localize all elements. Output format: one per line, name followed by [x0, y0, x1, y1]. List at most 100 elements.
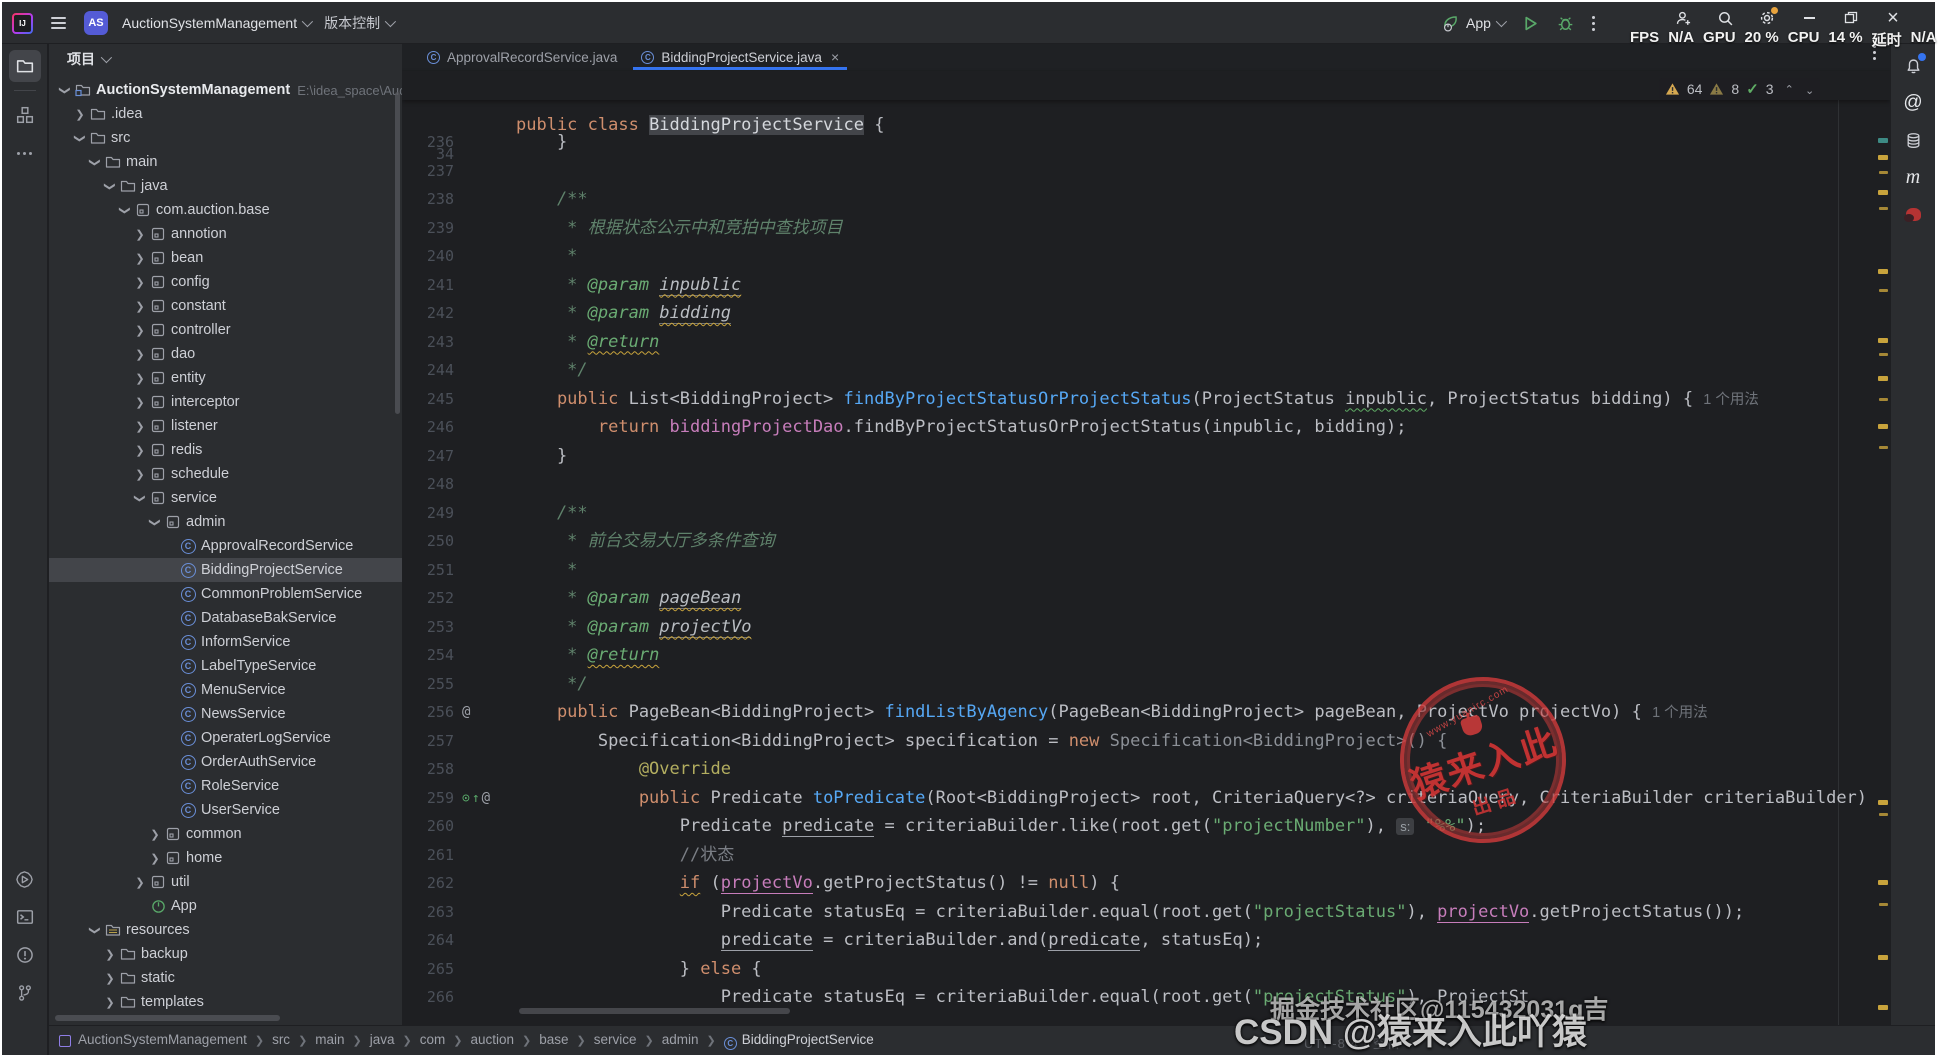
tree-item-App[interactable]: App	[49, 894, 402, 918]
breadcrumb-com[interactable]: com	[420, 1032, 446, 1047]
tab-close-icon[interactable]: ×	[831, 49, 839, 65]
code-line-242[interactable]: 242 * @param bidding	[402, 299, 1876, 328]
tree-chevron-icon[interactable]: ❯	[132, 372, 148, 385]
inspections-widget[interactable]: 64 8 ✓ 3 ⌃ ⌃	[1658, 78, 1820, 100]
tree-item-config[interactable]: ❯ config	[49, 270, 402, 294]
code-line-243[interactable]: 243 * @return	[402, 328, 1876, 357]
code-line-241[interactable]: 241 * @param inpublic	[402, 271, 1876, 300]
tree-item-service[interactable]: ❯ service	[49, 486, 402, 510]
code-line-251[interactable]: 251 *	[402, 556, 1876, 585]
tool-window-project-button[interactable]	[8, 50, 41, 82]
tree-item-util[interactable]: ❯ util	[49, 870, 402, 894]
stripe-mark[interactable]	[1878, 800, 1888, 805]
line-number[interactable]: 260	[402, 812, 454, 841]
tree-item-ApprovalRecordService[interactable]: C ApprovalRecordService	[49, 534, 402, 558]
tree-chevron-icon[interactable]: ❯	[134, 490, 147, 506]
breadcrumb-auction[interactable]: auction	[470, 1032, 514, 1047]
tree-item-home[interactable]: ❯ home	[49, 846, 402, 870]
more-tool-windows-button[interactable]	[9, 137, 41, 169]
tree-item-MenuService[interactable]: C MenuService	[49, 678, 402, 702]
line-number[interactable]: 265	[402, 955, 454, 984]
tree-chevron-icon[interactable]: ❯	[132, 300, 148, 313]
code-line-244[interactable]: 244 */	[402, 356, 1876, 385]
tree-item-interceptor[interactable]: ❯ interceptor	[49, 390, 402, 414]
code-line-257[interactable]: 257 Specification<BiddingProject> specif…	[402, 727, 1876, 756]
tree-item-backup[interactable]: ❯ backup	[49, 942, 402, 966]
line-number[interactable]: 240	[402, 242, 454, 271]
tree-item-schedule[interactable]: ❯ schedule	[49, 462, 402, 486]
tree-chevron-icon[interactable]: ❯	[132, 276, 148, 289]
stripe-mark[interactable]	[1878, 424, 1888, 429]
code-area[interactable]: 236 } 237 238 /** 239 * 根据状态公示中和竞拍中查找项目 240 …	[402, 100, 1876, 1025]
tree-chevron-icon[interactable]: ❯	[147, 828, 163, 841]
tree-chevron-icon[interactable]: ❯	[132, 228, 148, 241]
tree-chevron-icon[interactable]: ❯	[59, 82, 72, 98]
code-line-239[interactable]: 239 * 根据状态公示中和竞拍中查找项目	[402, 214, 1876, 243]
code-line-258[interactable]: 258 @Override	[402, 755, 1876, 784]
code-line-255[interactable]: 255 */	[402, 670, 1876, 699]
line-number[interactable]: 258	[402, 755, 454, 784]
next-problem-button[interactable]: ⌃	[1805, 83, 1814, 96]
stripe-mark[interactable]	[1879, 446, 1888, 449]
tree-item-DatabaseBakService[interactable]: C DatabaseBakService	[49, 606, 402, 630]
code-line-240[interactable]: 240 *	[402, 242, 1876, 271]
tool-window-git-button[interactable]	[9, 977, 41, 1009]
tree-chevron-icon[interactable]: ❯	[89, 922, 102, 938]
breadcrumb-BiddingProjectService[interactable]: C BiddingProjectService	[723, 1032, 874, 1050]
tree-item-InformService[interactable]: C InformService	[49, 630, 402, 654]
code-line-256[interactable]: 256 @ public PageBean<BiddingProject> fin…	[402, 698, 1876, 727]
line-number[interactable]: 252	[402, 584, 454, 613]
stripe-mark[interactable]	[1878, 269, 1888, 274]
more-actions-button[interactable]	[1591, 21, 1595, 25]
tree-chevron-icon[interactable]: ❯	[74, 130, 87, 146]
code-line-250[interactable]: 250 * 前台交易大厅多条件查询	[402, 527, 1876, 556]
tree-horizontal-scrollbar[interactable]	[55, 1015, 280, 1021]
prev-problem-button[interactable]: ⌃	[1785, 83, 1794, 96]
tree-chevron-icon[interactable]: ❯	[132, 420, 148, 433]
stripe-mark[interactable]	[1879, 207, 1888, 210]
add-user-button[interactable]	[1674, 9, 1692, 27]
ai-assistant-button[interactable]: @	[1898, 88, 1928, 118]
tree-chevron-icon[interactable]: ❯	[149, 514, 162, 530]
code-line-261[interactable]: 261 //状态	[402, 841, 1876, 870]
line-number[interactable]: 251	[402, 556, 454, 585]
vcs-widget[interactable]: 版本控制	[324, 13, 397, 33]
database-button[interactable]	[1898, 125, 1928, 155]
line-number[interactable]: 264	[402, 926, 454, 955]
line-number[interactable]: 247	[402, 442, 454, 471]
tree-item-RoleService[interactable]: C RoleService	[49, 774, 402, 798]
tree-item-UserService[interactable]: C UserService	[49, 798, 402, 822]
line-number[interactable]: 259	[402, 784, 454, 813]
tool-window-run-button[interactable]	[9, 863, 41, 895]
notifications-button[interactable]	[1898, 51, 1928, 81]
tree-item-dao[interactable]: ❯ dao	[49, 342, 402, 366]
tree-chevron-icon[interactable]: ❯	[132, 444, 148, 457]
tab-BiddingProjectService.java[interactable]: C BiddingProjectService.java ×	[629, 44, 851, 70]
tree-chevron-icon[interactable]: ❯	[104, 178, 117, 194]
tree-chevron-icon[interactable]: ❯	[132, 468, 148, 481]
tree-item-resources[interactable]: ❯ resources	[49, 918, 402, 942]
tree-item-AuctionSystemManagement[interactable]: ❯ AuctionSystemManagement E:\idea_space\Au…	[49, 78, 403, 102]
tree-item-constant[interactable]: ❯ constant	[49, 294, 402, 318]
code-line-262[interactable]: 262 if (projectVo.getProjectStatus() != …	[402, 869, 1876, 898]
tree-item-common[interactable]: ❯ common	[49, 822, 402, 846]
tree-item-OperaterLogService[interactable]: C OperaterLogService	[49, 726, 402, 750]
stripe-mark[interactable]	[1879, 903, 1888, 906]
close-button[interactable]: ×	[1884, 8, 1902, 28]
breadcrumb-base[interactable]: base	[539, 1032, 568, 1047]
tree-item-NewsService[interactable]: C NewsService	[49, 702, 402, 726]
tree-chevron-icon[interactable]: ❯	[102, 948, 118, 961]
tree-item-static[interactable]: ❯ static	[49, 966, 402, 990]
plugin-icon[interactable]	[1898, 199, 1928, 229]
tree-item-BiddingProjectService[interactable]: C BiddingProjectService	[49, 558, 402, 582]
line-number[interactable]: 250	[402, 527, 454, 556]
run-config-selector[interactable]: App	[1442, 14, 1507, 33]
code-line-254[interactable]: 254 * @return	[402, 641, 1876, 670]
tool-window-problems-button[interactable]	[9, 939, 41, 971]
breadcrumb-admin[interactable]: admin	[662, 1032, 699, 1047]
tree-item-.idea[interactable]: ❯ .idea	[49, 102, 402, 126]
tab-options-button[interactable]	[1873, 51, 1876, 54]
code-line-245[interactable]: 245 public List<BiddingProject> findByPr…	[402, 385, 1876, 414]
tree-item-CommonProblemService[interactable]: C CommonProblemService	[49, 582, 402, 606]
tree-chevron-icon[interactable]: ❯	[102, 972, 118, 985]
